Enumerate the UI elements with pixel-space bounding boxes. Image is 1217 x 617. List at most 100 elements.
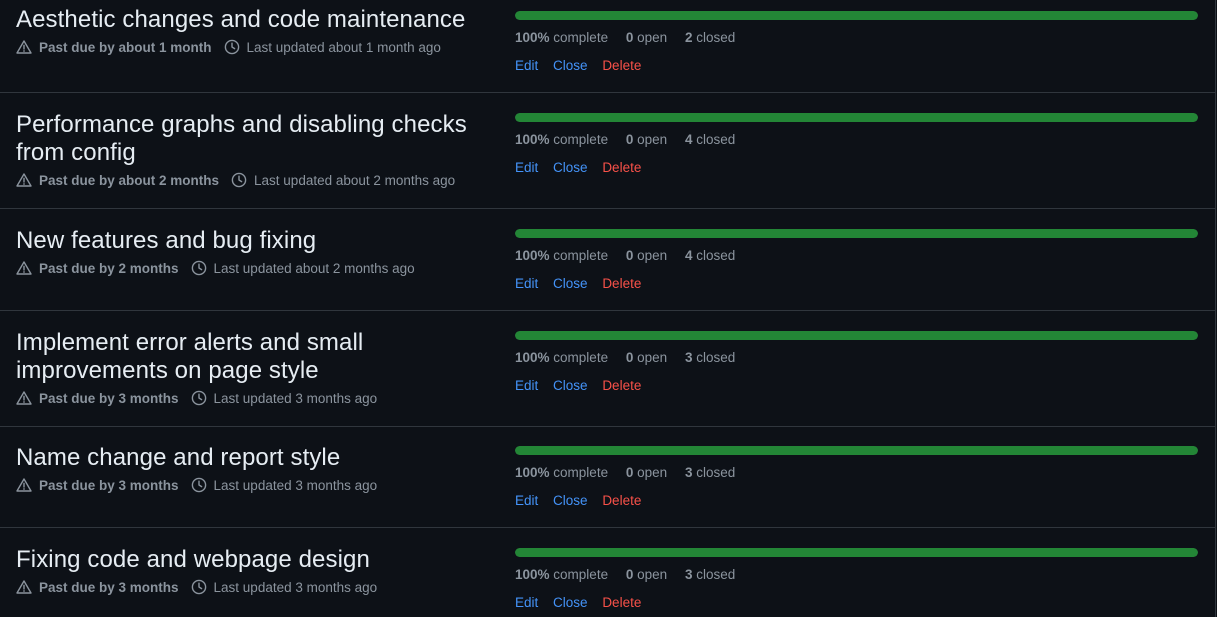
last-updated: Last updated about 1 month ago [246,39,441,55]
milestone-row: Implement error alerts and small improve… [0,311,1216,427]
last-updated: Last updated about 2 months ago [254,172,456,188]
progress-bar [515,446,1198,455]
milestone-title[interactable]: New features and bug fixing [16,227,486,255]
milestone-row: Name change and report style Past due by… [0,426,1216,528]
milestone-title[interactable]: Fixing code and webpage design [16,546,486,574]
progress-fill [515,446,1198,455]
milestone-row: Aesthetic changes and code maintenance P… [0,0,1216,93]
progress-bar [515,11,1198,20]
milestone-stats: 100% complete 0 open 2 closed [515,29,1198,47]
percent-complete: 100% complete [515,30,609,45]
milestone-actions: Edit Close Delete [515,377,1198,395]
progress-fill [515,229,1198,238]
progress-bar [515,548,1198,557]
milestone-progress: 100% complete 0 open 3 closed Edit Close… [515,446,1198,510]
last-updated: Last updated 3 months ago [213,390,378,406]
milestone-meta: Past due by 3 months Last updated 3 mont… [16,474,486,496]
clock-icon [231,172,247,188]
due-status: Past due by about 2 months [39,172,220,188]
clock-icon [224,39,240,55]
delete-link[interactable]: Delete [602,276,641,291]
open-count[interactable]: 0 open [626,132,667,147]
progress-fill [515,113,1198,122]
alert-triangle-icon [16,172,32,188]
delete-link[interactable]: Delete [602,160,641,175]
percent-complete: 100% complete [515,350,609,365]
milestone-title[interactable]: Aesthetic changes and code maintenance [16,6,486,34]
closed-count[interactable]: 2 closed [685,30,735,45]
alert-triangle-icon [16,477,32,493]
milestone-actions: Edit Close Delete [515,594,1198,612]
milestone-actions: Edit Close Delete [515,275,1198,293]
milestone-actions: Edit Close Delete [515,492,1198,510]
milestone-title[interactable]: Performance graphs and disabling checks … [16,111,486,167]
edit-link[interactable]: Edit [515,493,538,508]
due-status: Past due by about 1 month [39,39,212,55]
milestone-title[interactable]: Name change and report style [16,444,486,472]
open-count[interactable]: 0 open [626,248,667,263]
open-count[interactable]: 0 open [626,567,667,582]
milestone-info: Aesthetic changes and code maintenance P… [16,6,486,58]
close-link[interactable]: Close [553,378,588,393]
progress-bar [515,229,1198,238]
milestone-stats: 100% complete 0 open 3 closed [515,566,1198,584]
closed-count[interactable]: 3 closed [685,350,735,365]
milestone-title[interactable]: Implement error alerts and small improve… [16,329,486,385]
percent-complete: 100% complete [515,465,609,480]
due-status: Past due by 3 months [39,390,179,406]
milestone-progress: 100% complete 0 open 4 closed Edit Close… [515,113,1198,177]
progress-fill [515,11,1198,20]
milestone-stats: 100% complete 0 open 3 closed [515,349,1198,367]
progress-bar [515,331,1198,340]
percent-complete: 100% complete [515,248,609,263]
last-updated: Last updated about 2 months ago [213,260,415,276]
delete-link[interactable]: Delete [602,58,641,73]
edit-link[interactable]: Edit [515,276,538,291]
closed-count[interactable]: 3 closed [685,465,735,480]
open-count[interactable]: 0 open [626,350,667,365]
milestone-info: Performance graphs and disabling checks … [16,111,486,191]
open-count[interactable]: 0 open [626,30,667,45]
closed-count[interactable]: 4 closed [685,248,735,263]
closed-count[interactable]: 4 closed [685,132,735,147]
alert-triangle-icon [16,390,32,406]
close-link[interactable]: Close [553,160,588,175]
last-updated: Last updated 3 months ago [213,579,378,595]
milestone-stats: 100% complete 0 open 3 closed [515,464,1198,482]
percent-complete: 100% complete [515,567,609,582]
milestone-stats: 100% complete 0 open 4 closed [515,247,1198,265]
alert-triangle-icon [16,39,32,55]
edit-link[interactable]: Edit [515,58,538,73]
delete-link[interactable]: Delete [602,378,641,393]
milestone-meta: Past due by 3 months Last updated 3 mont… [16,387,486,409]
last-updated: Last updated 3 months ago [213,477,378,493]
milestone-progress: 100% complete 0 open 2 closed Edit Close… [515,11,1198,75]
delete-link[interactable]: Delete [602,595,641,610]
clock-icon [191,579,207,595]
milestone-stats: 100% complete 0 open 4 closed [515,131,1198,149]
milestone-info: Implement error alerts and small improve… [16,329,486,409]
due-status: Past due by 3 months [39,579,179,595]
due-status: Past due by 3 months [39,477,179,493]
progress-fill [515,548,1198,557]
milestone-meta: Past due by 2 months Last updated about … [16,257,486,279]
milestone-progress: 100% complete 0 open 3 closed Edit Close… [515,331,1198,395]
closed-count[interactable]: 3 closed [685,567,735,582]
delete-link[interactable]: Delete [602,493,641,508]
milestone-row: New features and bug fixing Past due by … [0,209,1216,311]
milestone-meta: Past due by about 1 month Last updated a… [16,36,486,58]
edit-link[interactable]: Edit [515,378,538,393]
clock-icon [191,477,207,493]
alert-triangle-icon [16,579,32,595]
milestone-info: Fixing code and webpage design Past due … [16,546,486,598]
close-link[interactable]: Close [553,58,588,73]
due-status: Past due by 2 months [39,260,179,276]
milestone-meta: Past due by about 2 months Last updated … [16,169,486,191]
close-link[interactable]: Close [553,276,588,291]
close-link[interactable]: Close [553,493,588,508]
open-count[interactable]: 0 open [626,465,667,480]
close-link[interactable]: Close [553,595,588,610]
milestone-list: Aesthetic changes and code maintenance P… [0,0,1217,617]
edit-link[interactable]: Edit [515,595,538,610]
edit-link[interactable]: Edit [515,160,538,175]
